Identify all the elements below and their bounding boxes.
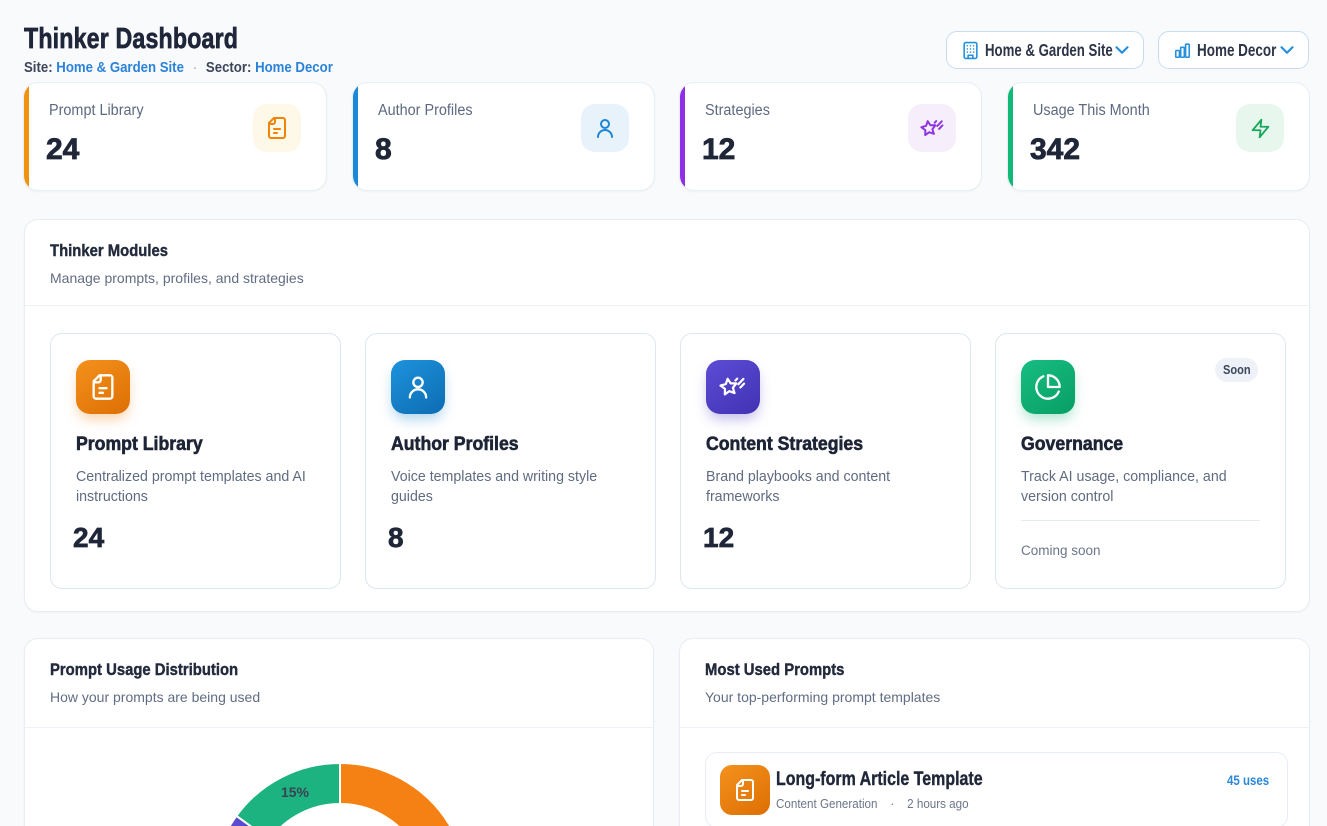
svg-text:15%: 15%: [281, 784, 310, 800]
